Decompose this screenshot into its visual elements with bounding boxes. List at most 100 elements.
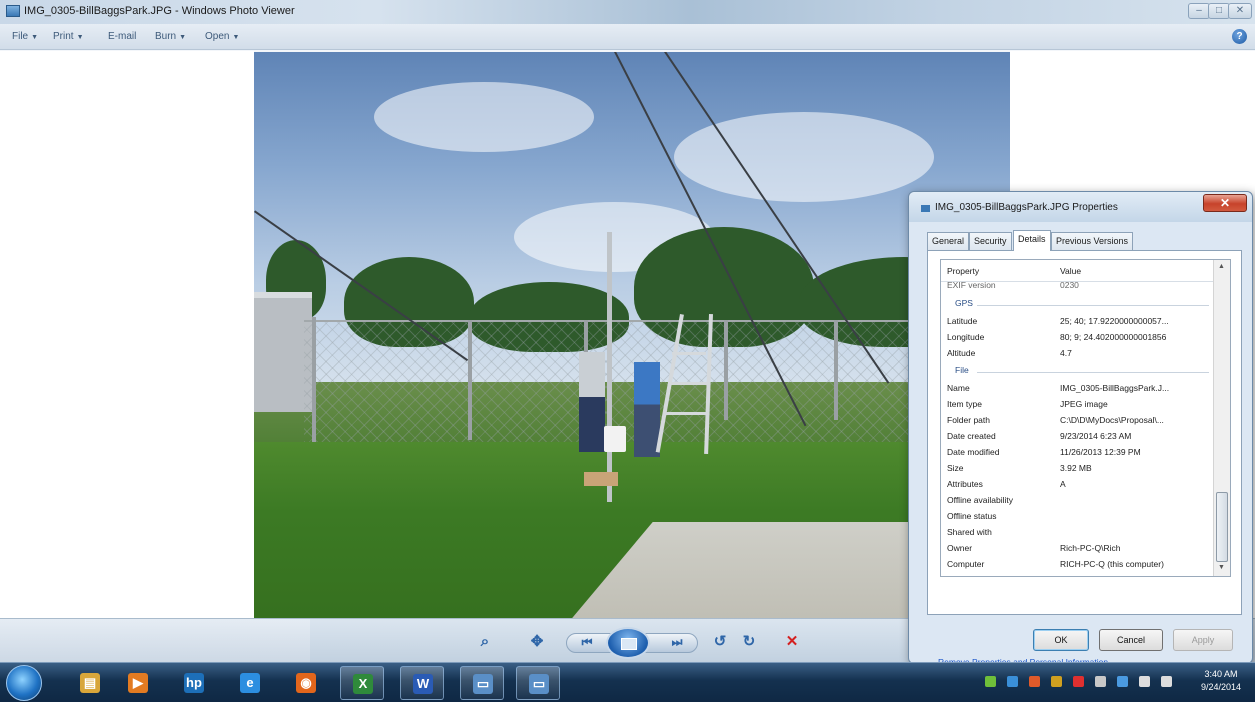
photo-viewer-icon-2: ▭ xyxy=(529,674,549,694)
ladder-step xyxy=(672,352,706,355)
tray-icon[interactable] xyxy=(1029,676,1040,687)
actual-size-icon[interactable]: ✥ xyxy=(526,632,548,652)
property-row[interactable]: Offline availability xyxy=(947,493,1212,508)
hp-icon: hp xyxy=(184,673,204,693)
zoom-icon[interactable]: ⌕ xyxy=(472,632,498,652)
internet-explorer-icon: e xyxy=(240,673,260,693)
properties-dialog: IMG_0305-BillBaggsPark.JPG Properties ✕ … xyxy=(908,191,1253,667)
property-row[interactable]: Size 3.92 MB xyxy=(947,461,1212,476)
property-row[interactable]: Date created 9/23/2014 6:23 AM xyxy=(947,429,1212,444)
viewer-background-left xyxy=(0,51,254,618)
thumbnail-strip xyxy=(0,619,310,663)
bucket xyxy=(604,426,626,452)
tray-icon[interactable] xyxy=(1161,676,1172,687)
dialog-title: IMG_0305-BillBaggsPark.JPG Properties xyxy=(935,202,1118,213)
scroll-up-icon[interactable]: ▲ xyxy=(1218,263,1225,270)
tray-icon[interactable] xyxy=(1051,676,1062,687)
fence-post xyxy=(724,320,728,420)
tray-icon[interactable] xyxy=(985,676,996,687)
taskbar-button-media-player[interactable]: ▶ xyxy=(116,666,160,700)
close-button[interactable]: ✕ xyxy=(1228,3,1252,19)
start-button[interactable] xyxy=(6,665,42,701)
tray-icon[interactable] xyxy=(1139,676,1150,687)
delete-icon[interactable]: ✕ xyxy=(782,632,802,652)
property-row[interactable]: Owner Rich-PC-Q\Rich xyxy=(947,541,1212,556)
chevron-down-icon: ▼ xyxy=(76,34,84,41)
window-title: IMG_0305-BillBaggsPark.JPG - Windows Pho… xyxy=(24,5,295,17)
minimize-button[interactable]: – xyxy=(1188,3,1210,19)
rotate-clockwise-icon[interactable]: ↻ xyxy=(739,632,759,652)
photo-image xyxy=(254,52,1010,618)
taskbar-button-explorer[interactable]: ▤ xyxy=(68,666,112,700)
divider xyxy=(977,305,1209,306)
taskbar-button-word[interactable]: W xyxy=(400,666,444,700)
cancel-button[interactable]: Cancel xyxy=(1099,629,1163,651)
divider xyxy=(977,372,1209,373)
tray-icon[interactable] xyxy=(1073,676,1084,687)
property-row[interactable]: Folder path C:\D\D\MyDocs\Proposal\... xyxy=(947,413,1212,428)
column-header-value[interactable]: Value xyxy=(1060,266,1081,276)
maximize-button[interactable]: □ xyxy=(1208,3,1230,19)
apply-button[interactable]: Apply xyxy=(1173,629,1233,651)
slideshow-button[interactable] xyxy=(606,627,650,659)
clock-date: 9/24/2014 xyxy=(1200,682,1242,692)
property-row[interactable]: Name IMG_0305-BillBaggsPark.J... xyxy=(947,381,1212,396)
property-row[interactable]: Shared with xyxy=(947,525,1212,540)
fence-post xyxy=(468,320,472,440)
group-header-file: File xyxy=(947,364,1209,378)
help-icon[interactable]: ? xyxy=(1232,29,1247,44)
tray-icon[interactable] xyxy=(1095,676,1106,687)
property-row[interactable]: Altitude 4.7 xyxy=(947,346,1212,361)
tray-icon[interactable] xyxy=(1117,676,1128,687)
box xyxy=(584,472,618,486)
property-list[interactable]: EXIF version 0230 Property Value GPS Lat… xyxy=(940,259,1231,577)
menu-open[interactable]: Open ▼ xyxy=(205,31,239,42)
taskbar: ▤ ▶ hp e ◉ X W ▭ ▭ 3:40 AM 9/24/2014 xyxy=(0,662,1255,702)
photo-viewer-icon: ▭ xyxy=(473,674,493,694)
taskbar-button-firefox[interactable]: ◉ xyxy=(284,666,328,700)
tab-general[interactable]: General xyxy=(927,232,970,250)
dialog-title-bar: IMG_0305-BillBaggsPark.JPG Properties ✕ xyxy=(909,192,1252,222)
clock[interactable]: 3:40 AM 9/24/2014 xyxy=(1195,668,1247,694)
word-icon: W xyxy=(413,674,433,694)
fence-post xyxy=(834,320,838,420)
column-header-property[interactable]: Property xyxy=(947,266,979,276)
property-row[interactable]: Item type JPEG image xyxy=(947,397,1212,412)
property-row[interactable]: Offline status xyxy=(947,509,1212,524)
chevron-down-icon: ▼ xyxy=(31,34,39,41)
taskbar-button-photo-viewer[interactable]: ▭ xyxy=(460,666,504,700)
tab-previous-versions[interactable]: Previous Versions xyxy=(1051,232,1134,250)
dialog-close-button[interactable]: ✕ xyxy=(1203,194,1247,212)
vertical-scrollbar[interactable]: ▲ ▼ xyxy=(1213,260,1230,576)
ok-button[interactable]: OK xyxy=(1033,629,1089,651)
tab-details[interactable]: Details xyxy=(1013,230,1051,251)
rotate-counterclockwise-icon[interactable]: ↺ xyxy=(710,632,730,652)
property-row[interactable]: Date modified 11/26/2013 12:39 PM xyxy=(947,445,1212,460)
group-header-gps: GPS xyxy=(947,297,1209,311)
taskbar-button-internet-explorer[interactable]: e xyxy=(228,666,272,700)
media-player-icon: ▶ xyxy=(128,673,148,693)
property-row[interactable]: Computer RICH-PC-Q (this computer) xyxy=(947,557,1212,572)
tab-security[interactable]: Security xyxy=(969,232,1012,250)
photo-viewer-app-icon xyxy=(6,5,20,17)
tray-icon[interactable] xyxy=(1007,676,1018,687)
next-button[interactable]: ⏭ xyxy=(664,632,690,652)
taskbar-button-hp[interactable]: hp xyxy=(172,666,216,700)
menu-burn[interactable]: Burn ▼ xyxy=(155,31,186,42)
property-row[interactable]: Latitude 25; 40; 17.9220000000057... xyxy=(947,314,1212,329)
property-row[interactable]: Longitude 80; 9; 24.402000000001856 xyxy=(947,330,1212,345)
menu-file[interactable]: File ▼ xyxy=(12,31,38,42)
chevron-down-icon: ▼ xyxy=(232,34,240,41)
taskbar-button-photo-viewer-icon-2[interactable]: ▭ xyxy=(516,666,560,700)
cloud xyxy=(374,82,594,152)
weather-station-mast xyxy=(607,232,612,502)
menu-print[interactable]: Print ▼ xyxy=(53,31,84,42)
menu-email[interactable]: E-mail xyxy=(108,31,136,42)
previous-button[interactable]: ⏮ xyxy=(574,632,600,652)
property-row[interactable]: Attributes A xyxy=(947,477,1212,492)
file-icon xyxy=(921,205,930,212)
scrollbar-thumb[interactable] xyxy=(1216,492,1228,562)
scroll-down-icon[interactable]: ▼ xyxy=(1218,564,1225,571)
person-right xyxy=(634,362,660,457)
taskbar-button-excel[interactable]: X xyxy=(340,666,384,700)
